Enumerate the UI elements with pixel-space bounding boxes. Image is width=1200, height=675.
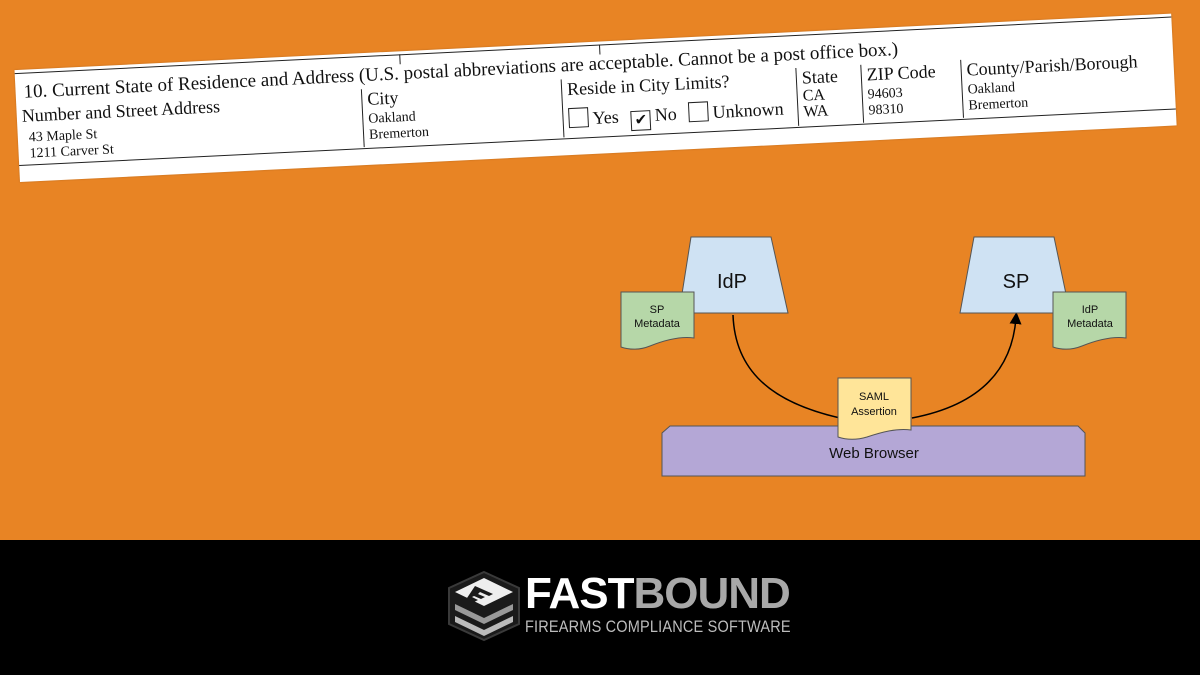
idp-server: IdP — [678, 236, 789, 314]
sp-metadata-line2: Metadata — [634, 318, 681, 330]
web-browser-label: Web Browser — [829, 445, 919, 462]
brand-fast: FAST — [525, 569, 634, 618]
idp-metadata-document: IdP Metadata — [1052, 291, 1127, 350]
brand-name: FASTBOUND — [525, 569, 791, 618]
sp-metadata-line1: SP — [650, 304, 665, 316]
saml-assertion-line1: SAML — [859, 391, 889, 403]
idp-label: IdP — [717, 271, 747, 293]
saml-assertion-document: SAML Assertion — [837, 377, 912, 440]
sp-label: SP — [1003, 271, 1030, 293]
saml-flow-diagram: Web Browser IdP SP SP Metadata IdP Metad… — [620, 236, 1127, 477]
idp-metadata-line1: IdP — [1082, 304, 1099, 316]
brand-bound: BOUND — [633, 569, 790, 618]
saml-assertion-line2: Assertion — [851, 406, 897, 418]
brand-tagline: FIREARMS COMPLIANCE SOFTWARE — [525, 618, 791, 636]
idp-metadata-line2: Metadata — [1067, 318, 1114, 330]
flow-arc-right — [911, 312, 1022, 419]
fastbound-book-icon — [448, 570, 520, 642]
flow-arc-left — [732, 314, 841, 419]
fastbound-logo: FASTBOUND FIREARMS COMPLIANCE SOFTWARE — [447, 570, 791, 642]
sp-metadata-document: SP Metadata — [620, 291, 695, 350]
